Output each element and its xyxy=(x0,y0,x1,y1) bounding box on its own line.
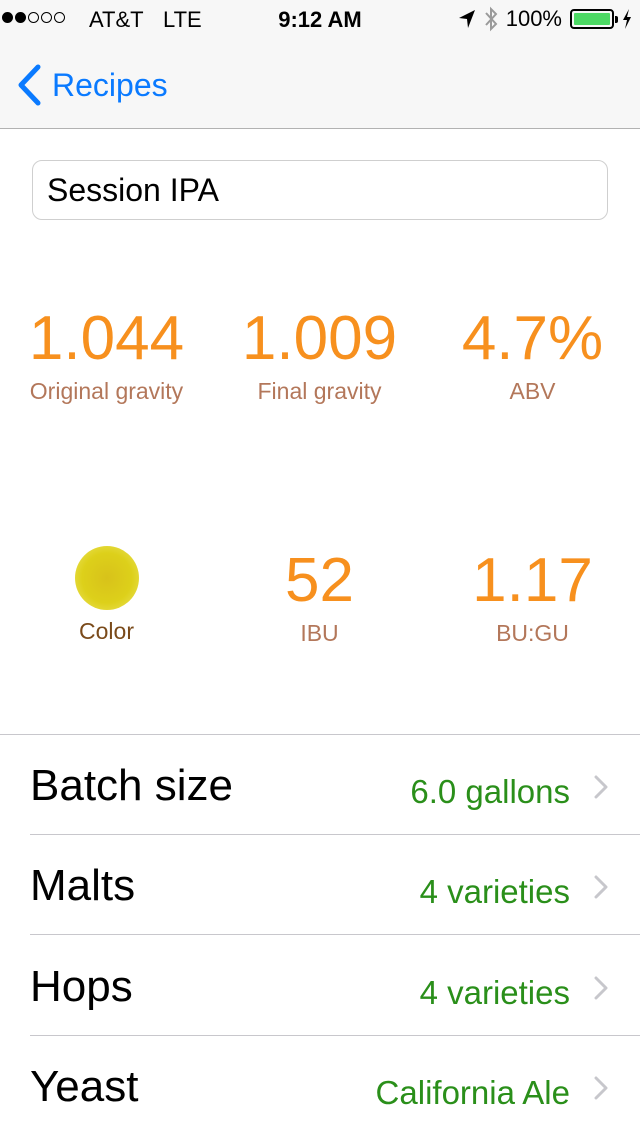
back-button[interactable]: Recipes xyxy=(16,64,168,106)
row-value: 4 varieties xyxy=(419,974,570,1011)
bluetooth-icon xyxy=(484,6,498,32)
row-value: California Ale xyxy=(375,1074,570,1111)
chevron-right-icon xyxy=(594,875,608,899)
chevron-right-icon xyxy=(594,976,608,1000)
row-yeast[interactable]: Yeast California Ale xyxy=(0,1036,640,1136)
color-swatch xyxy=(74,546,139,610)
color-label: Color xyxy=(79,618,134,644)
color-stat: Color xyxy=(0,546,213,645)
final-gravity-value: 1.009 xyxy=(241,304,398,373)
top-bar: AT&T LTE 9:12 AM 100% Recipes xyxy=(0,0,640,129)
recipe-detail-screen: AT&T LTE 9:12 AM 100% Recipes Session IP… xyxy=(0,0,640,1136)
abv-stat: 4.7% ABV xyxy=(426,308,639,405)
row-value: 6.0 gallons xyxy=(410,773,570,810)
row-hops[interactable]: Hops 4 varieties xyxy=(0,936,640,1036)
final-gravity-stat: 1.009 Final gravity xyxy=(213,308,426,405)
chevron-right-icon xyxy=(594,775,608,799)
chevron-right-icon xyxy=(594,1076,608,1100)
original-gravity-value: 1.044 xyxy=(28,304,185,373)
location-arrow-icon xyxy=(458,10,475,28)
final-gravity-label: Final gravity xyxy=(257,378,382,404)
row-value: 4 varieties xyxy=(419,873,570,910)
row-malts[interactable]: Malts 4 varieties xyxy=(0,835,640,935)
charging-bolt-icon xyxy=(623,9,631,29)
chevron-left-icon xyxy=(18,64,41,106)
bugu-label: BU:GU xyxy=(496,620,569,646)
back-button-label: Recipes xyxy=(52,66,168,103)
recipe-name-input[interactable] xyxy=(32,160,608,220)
status-right-group: 100% xyxy=(458,6,632,32)
bugu-stat: 1.17 BU:GU xyxy=(426,550,639,647)
row-divider xyxy=(30,934,640,935)
abv-label: ABV xyxy=(509,378,556,404)
ibu-value: 52 xyxy=(285,546,354,615)
original-gravity-stat: 1.044 Original gravity xyxy=(0,308,213,405)
battery-percentage: 100% xyxy=(505,6,562,31)
ibu-stat: 52 IBU xyxy=(213,550,426,647)
row-title: Hops xyxy=(30,962,133,1011)
row-title: Malts xyxy=(30,861,136,910)
row-title: Yeast xyxy=(30,1062,139,1111)
battery-icon xyxy=(570,9,618,29)
row-title: Batch size xyxy=(30,761,233,810)
ibu-label: IBU xyxy=(300,620,339,646)
bugu-value: 1.17 xyxy=(472,546,593,615)
original-gravity-label: Original gravity xyxy=(29,378,184,404)
abv-value: 4.7% xyxy=(461,304,604,373)
row-batch-size[interactable]: Batch size 6.0 gallons xyxy=(0,735,640,835)
navigation-bar: Recipes xyxy=(0,40,640,128)
status-bar: AT&T LTE 9:12 AM 100% xyxy=(0,0,640,40)
